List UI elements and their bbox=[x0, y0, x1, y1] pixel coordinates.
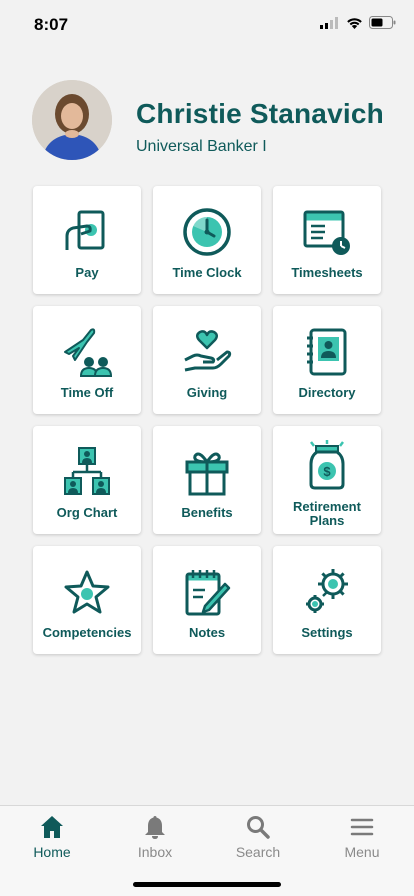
tile-label: Settings bbox=[301, 625, 353, 640]
tile-settings[interactable]: Settings bbox=[273, 546, 381, 654]
pay-icon bbox=[65, 210, 105, 250]
status-icons bbox=[320, 16, 396, 29]
tile-label: Competencies bbox=[42, 625, 132, 640]
tile-label: Directory bbox=[298, 385, 356, 400]
tab-search[interactable]: Search bbox=[218, 814, 298, 864]
tab-label: Inbox bbox=[137, 844, 173, 860]
org-chart-icon bbox=[64, 447, 110, 495]
hamburger-menu-icon bbox=[350, 818, 374, 836]
home-icon bbox=[41, 816, 63, 838]
tab-home[interactable]: Home bbox=[12, 814, 92, 864]
timesheets-icon bbox=[303, 210, 350, 255]
tile-label: Time Off bbox=[60, 385, 114, 400]
battery-icon bbox=[369, 16, 396, 29]
tile-competencies[interactable]: Competencies bbox=[33, 546, 141, 654]
bell-icon bbox=[145, 816, 165, 839]
profile-title: Universal Banker I bbox=[136, 138, 267, 155]
tile-benefits[interactable]: Benefits bbox=[153, 426, 261, 534]
tile-label: Timesheets bbox=[291, 265, 363, 280]
tab-label: Search bbox=[235, 844, 281, 860]
tile-label: Notes bbox=[188, 625, 226, 640]
retirement-jar-icon: $ bbox=[309, 440, 345, 490]
star-icon bbox=[64, 570, 110, 614]
profile-name: Christie Stanavich bbox=[136, 98, 384, 129]
tile-label: Benefits bbox=[181, 505, 233, 520]
tile-retirement-plans[interactable]: $ Retirement Plans bbox=[273, 426, 381, 534]
tile-org-chart[interactable]: Org Chart bbox=[33, 426, 141, 534]
home-indicator[interactable] bbox=[133, 882, 281, 887]
wifi-icon bbox=[347, 17, 362, 29]
app-grid: Pay Time Clock Timesheets Time Off Givin… bbox=[33, 186, 381, 654]
tile-giving[interactable]: Giving bbox=[153, 306, 261, 414]
search-icon bbox=[247, 816, 270, 839]
notes-icon bbox=[185, 570, 231, 616]
tile-label: Time Clock bbox=[172, 265, 242, 280]
tile-time-off[interactable]: Time Off bbox=[33, 306, 141, 414]
tile-time-clock[interactable]: Time Clock bbox=[153, 186, 261, 294]
tile-timesheets[interactable]: Timesheets bbox=[273, 186, 381, 294]
profile-header: Christie Stanavich Universal Banker I bbox=[32, 80, 394, 162]
tile-directory[interactable]: Directory bbox=[273, 306, 381, 414]
tab-inbox[interactable]: Inbox bbox=[115, 814, 195, 864]
status-time: 8:07 bbox=[34, 15, 69, 34]
gears-icon bbox=[306, 569, 348, 613]
gift-icon bbox=[185, 452, 229, 496]
tile-label: Retirement Plans bbox=[293, 499, 361, 528]
avatar[interactable] bbox=[32, 80, 112, 160]
tile-notes[interactable]: Notes bbox=[153, 546, 261, 654]
clock-icon bbox=[183, 208, 231, 256]
svg-text:$: $ bbox=[323, 464, 331, 479]
giving-icon bbox=[184, 330, 232, 372]
tile-label: Org Chart bbox=[56, 505, 118, 520]
cellular-signal-icon bbox=[320, 16, 338, 29]
directory-icon bbox=[307, 328, 347, 376]
tile-pay[interactable]: Pay bbox=[33, 186, 141, 294]
tile-label: Giving bbox=[186, 385, 228, 400]
time-off-icon bbox=[64, 328, 113, 377]
tile-label: Pay bbox=[75, 265, 99, 280]
tab-label: Home bbox=[33, 844, 71, 860]
tab-menu[interactable]: Menu bbox=[322, 814, 402, 864]
tab-label: Menu bbox=[344, 844, 380, 860]
status-bar: 8:07 bbox=[0, 0, 414, 48]
